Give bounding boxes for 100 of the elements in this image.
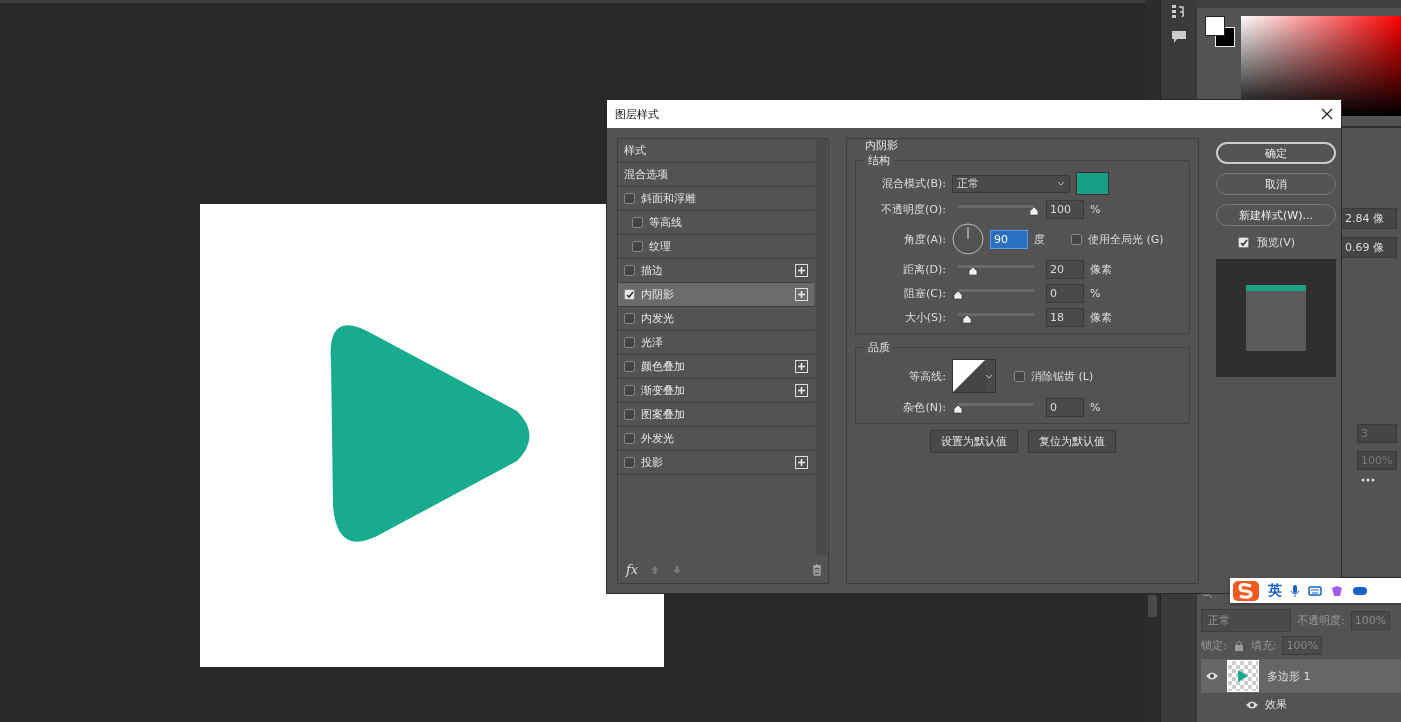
- fill-label: 填充:: [1250, 638, 1277, 653]
- section-title: 内阴影: [865, 138, 899, 153]
- style-label: 内阴影: [641, 287, 674, 302]
- field-label: 阻塞(C):: [903, 285, 946, 301]
- slider-thumb[interactable]: [962, 313, 973, 324]
- lock-label: 锁定:: [1201, 638, 1227, 653]
- slider-thumb[interactable]: [968, 265, 979, 276]
- default-button[interactable]: 设置为默认值: [929, 430, 1018, 453]
- style-label: 渐变叠加: [641, 383, 685, 398]
- field-label: 混合模式(B):: [881, 176, 946, 191]
- default-button[interactable]: 复位为默认值: [1027, 430, 1116, 453]
- angle-field[interactable]: 90: [990, 229, 1028, 249]
- checkbox[interactable]: [624, 313, 635, 324]
- add-icon[interactable]: [795, 360, 808, 373]
- checkbox[interactable]: [624, 457, 635, 468]
- dialog-button[interactable]: 取消: [1216, 173, 1336, 195]
- field-label: 等高线:: [908, 368, 946, 384]
- checkbox[interactable]: [632, 217, 643, 228]
- style-item[interactable]: 等高线: [618, 211, 814, 235]
- fx-button[interactable]: fx: [626, 562, 639, 577]
- checkbox[interactable]: [624, 265, 635, 276]
- style-item[interactable]: 纹理: [618, 235, 814, 259]
- scrollbar-thumb[interactable]: [1148, 595, 1157, 617]
- ime-mode[interactable]: 英: [1268, 581, 1282, 600]
- checkbox[interactable]: [624, 337, 635, 348]
- history-icon[interactable]: [1171, 4, 1187, 20]
- caret-icon[interactable]: [985, 373, 993, 379]
- lock-icon[interactable]: [1232, 639, 1245, 652]
- blend-mode-dropdown[interactable]: 正常: [952, 174, 1070, 193]
- style-item[interactable]: 内阴影: [618, 283, 814, 307]
- blend-options-item[interactable]: 混合选项: [618, 163, 814, 187]
- contour-picker[interactable]: [952, 359, 996, 393]
- style-item[interactable]: 投影: [618, 451, 814, 475]
- checkbox[interactable]: [624, 361, 635, 372]
- field-label: 不透明度(O):: [880, 201, 946, 217]
- group-title: 结构: [867, 153, 891, 168]
- style-label: 描边: [641, 263, 663, 278]
- unit-label: 像素: [1090, 261, 1112, 277]
- trash-icon[interactable]: [812, 563, 822, 576]
- microphone-icon[interactable]: [1290, 583, 1300, 598]
- caret-icon[interactable]: [1057, 181, 1065, 186]
- checkbox[interactable]: [624, 289, 635, 300]
- dialog-button[interactable]: 确定: [1216, 142, 1336, 164]
- angle-dial[interactable]: [952, 223, 984, 255]
- style-item[interactable]: 颜色叠加: [618, 355, 814, 379]
- keyboard-icon[interactable]: [1308, 585, 1322, 596]
- dialog-title: 图层样式: [615, 106, 659, 122]
- value-field[interactable]: 18: [1046, 307, 1084, 327]
- unit-label: %: [1090, 400, 1101, 414]
- style-label: 光泽: [641, 335, 663, 350]
- opacity-label: 不透明度:: [1297, 613, 1345, 628]
- unit-label: 像素: [1090, 309, 1112, 325]
- style-item[interactable]: 内发光: [618, 307, 814, 331]
- checkbox[interactable]: [624, 193, 635, 204]
- checkbox[interactable]: [624, 409, 635, 420]
- style-label: 斜面和浮雕: [641, 191, 696, 206]
- checkbox[interactable]: [624, 433, 635, 444]
- layer-item[interactable]: 多边形 1: [1201, 659, 1401, 693]
- value-field[interactable]: 100: [1046, 199, 1084, 219]
- value-field[interactable]: 0: [1046, 397, 1084, 417]
- add-icon[interactable]: [795, 264, 808, 277]
- checkbox[interactable]: [632, 241, 643, 252]
- slider-thumb[interactable]: [953, 289, 963, 300]
- style-item[interactable]: 渐变叠加: [618, 379, 814, 403]
- field-label: 角度(A):: [903, 231, 946, 247]
- color-swatches-drawing[interactable]: [1205, 16, 1235, 46]
- field-label: 大小(S):: [903, 309, 946, 325]
- style-label: 等高线: [649, 215, 682, 230]
- value-field[interactable]: 20: [1046, 259, 1084, 279]
- slider-thumb[interactable]: [953, 403, 963, 414]
- checkbox[interactable]: [1014, 370, 1025, 382]
- style-item[interactable]: 斜面和浮雕: [618, 187, 814, 211]
- layer-thumbnail: [1227, 660, 1259, 692]
- eye-icon[interactable]: [1205, 671, 1219, 681]
- property-field[interactable]: 0.69 像: [1341, 237, 1397, 258]
- value-field[interactable]: 0: [1046, 283, 1084, 303]
- slider-thumb[interactable]: [1029, 205, 1039, 216]
- close-button[interactable]: [1321, 108, 1333, 120]
- property-field[interactable]: 2.84 像: [1341, 208, 1397, 229]
- style-item[interactable]: 光泽: [618, 331, 814, 355]
- checkbox[interactable]: [1071, 233, 1082, 245]
- more-icon[interactable]: [1361, 478, 1375, 482]
- color-swatch[interactable]: [1076, 172, 1109, 195]
- styles-header[interactable]: 样式: [618, 139, 814, 163]
- field-label: 距离(D):: [902, 261, 946, 277]
- add-icon[interactable]: [795, 456, 808, 469]
- style-label: 颜色叠加: [641, 359, 685, 374]
- unit-label: 度: [1034, 231, 1045, 247]
- dialog-button[interactable]: 新建样式(W)...: [1216, 204, 1336, 226]
- checkbox-label: 消除锯齿 (L): [1031, 368, 1094, 384]
- style-label: 投影: [641, 455, 663, 470]
- add-icon[interactable]: [795, 384, 808, 397]
- eye-icon[interactable]: [1245, 699, 1259, 710]
- checkbox[interactable]: [1238, 237, 1249, 248]
- add-icon[interactable]: [795, 288, 808, 301]
- color-spectrum[interactable]: [1241, 16, 1401, 116]
- style-item[interactable]: 外发光: [618, 427, 814, 451]
- style-item[interactable]: 图案叠加: [618, 403, 814, 427]
- comment-icon[interactable]: [1171, 30, 1187, 44]
- checkbox[interactable]: [624, 385, 635, 396]
